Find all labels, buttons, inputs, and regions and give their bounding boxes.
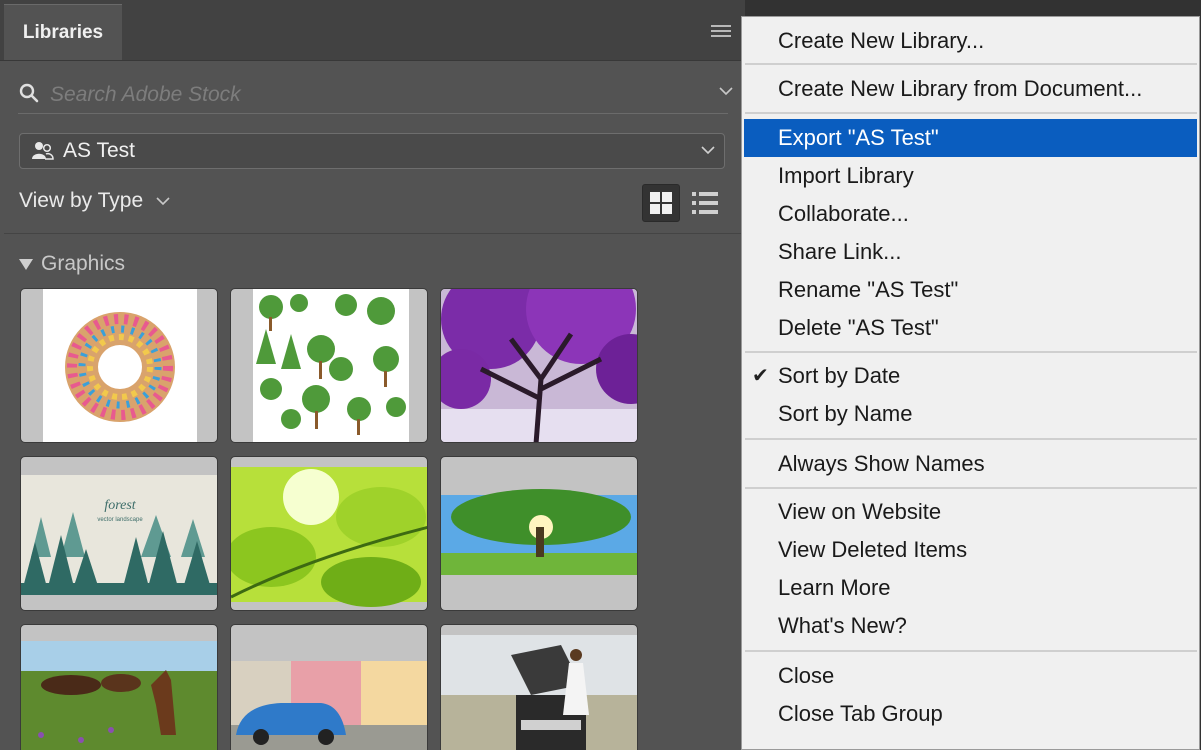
forest-subtitle-text: vector landscape	[97, 517, 143, 523]
menu-item-share-link[interactable]: Share Link...	[744, 233, 1197, 271]
grid-view-icon	[650, 192, 672, 214]
menu-item-create-from-document[interactable]: Create New Library from Document...	[744, 70, 1197, 108]
menu-item-sort-by-date[interactable]: ✔ Sort by Date	[744, 357, 1197, 395]
menu-item-sort-by-name[interactable]: Sort by Name	[744, 395, 1197, 433]
menu-item-collaborate[interactable]: Collaborate...	[744, 195, 1197, 233]
collapse-triangle-icon	[19, 258, 33, 270]
panel-tab-bar: Libraries	[0, 0, 745, 61]
purple-tree-thumb[interactable]	[440, 288, 638, 443]
panel-flyout-menu: Create New Library... Create New Library…	[741, 16, 1200, 750]
list-view-icon	[692, 192, 718, 214]
blue-car-thumb[interactable]	[230, 624, 428, 750]
truck-girl-thumb[interactable]	[440, 624, 638, 750]
library-dropdown[interactable]: AS Test	[19, 133, 725, 169]
search-bar	[18, 75, 733, 114]
menu-item-create-new-library[interactable]: Create New Library...	[744, 22, 1197, 60]
grid-view-button[interactable]	[642, 184, 680, 222]
menu-separator	[745, 487, 1197, 489]
green-tree-thumb[interactable]	[440, 456, 638, 611]
search-icon	[19, 83, 39, 103]
menu-item-learn-more[interactable]: Learn More	[744, 569, 1197, 607]
chevron-down-icon	[156, 197, 170, 206]
menu-separator	[745, 63, 1197, 65]
checkmark-icon: ✔	[752, 365, 769, 387]
menu-separator	[745, 650, 1197, 652]
menu-separator	[745, 351, 1197, 353]
menu-item-always-show-names[interactable]: Always Show Names	[744, 445, 1197, 483]
menu-item-export[interactable]: Export "AS Test"	[744, 119, 1197, 157]
section-label: Graphics	[41, 252, 126, 275]
chevron-down-icon[interactable]	[718, 85, 734, 97]
menu-separator	[745, 438, 1197, 440]
trees-clipart-thumb[interactable]	[230, 288, 428, 443]
libraries-panel: Libraries AS Test View by Type	[0, 0, 745, 750]
menu-item-whats-new[interactable]: What's New?	[744, 607, 1197, 645]
panel-menu-icon[interactable]	[707, 20, 735, 42]
view-by-label: View by Type	[19, 189, 144, 212]
donut-thumb[interactable]	[20, 288, 218, 443]
menu-item-delete[interactable]: Delete "AS Test"	[744, 309, 1197, 347]
menu-item-view-on-website[interactable]: View on Website	[744, 493, 1197, 531]
list-view-button[interactable]	[690, 188, 720, 218]
horses-thumb[interactable]	[20, 624, 218, 750]
menu-item-rename[interactable]: Rename "AS Test"	[744, 271, 1197, 309]
library-name: AS Test	[63, 139, 135, 162]
shared-library-icon	[32, 142, 54, 160]
menu-separator	[745, 112, 1197, 114]
view-by-type-dropdown[interactable]: View by Type	[19, 189, 171, 213]
search-input[interactable]	[48, 79, 692, 111]
tab-libraries[interactable]: Libraries	[4, 4, 122, 60]
menu-item-import-library[interactable]: Import Library	[744, 157, 1197, 195]
menu-item-close-tab-group[interactable]: Close Tab Group	[744, 695, 1197, 733]
forest-title-text: forest	[104, 498, 136, 513]
divider	[4, 233, 745, 234]
forest-landscape-thumb[interactable]: forest vector landscape	[20, 456, 218, 611]
graphics-section-header[interactable]: Graphics	[19, 252, 125, 276]
chevron-down-icon	[701, 146, 715, 155]
green-leaves-thumb[interactable]	[230, 456, 428, 611]
menu-item-close[interactable]: Close	[744, 657, 1197, 695]
menu-item-label: Sort by Date	[778, 363, 901, 388]
menu-item-view-deleted-items[interactable]: View Deleted Items	[744, 531, 1197, 569]
